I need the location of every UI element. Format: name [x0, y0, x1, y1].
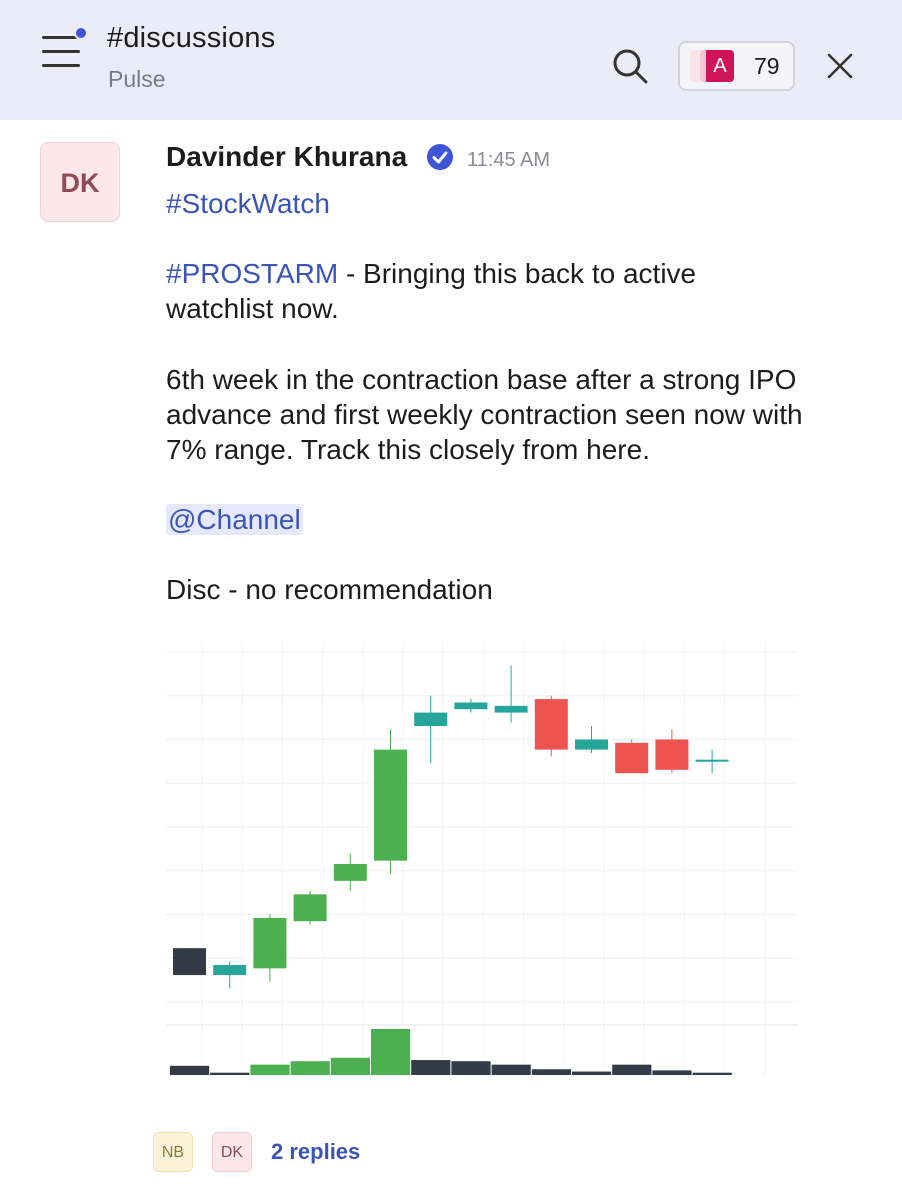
candle-body	[655, 739, 689, 770]
candle-body	[534, 699, 568, 750]
volume-bar	[531, 1069, 571, 1075]
chart-image[interactable]	[166, 632, 806, 1088]
chart-background	[166, 632, 798, 1088]
channel-title[interactable]: #discussions	[107, 22, 275, 55]
reply-avatar-nb[interactable]: NB	[153, 1132, 193, 1172]
message-timestamp: 11:45 AM	[467, 149, 551, 171]
volume-bar	[170, 1065, 210, 1075]
volume-bar	[451, 1061, 491, 1075]
menu-icon	[42, 36, 78, 39]
verified-badge	[426, 143, 454, 171]
reply-avatar-dk[interactable]: DK	[212, 1132, 252, 1172]
candle-body	[253, 917, 287, 969]
message-disclaimer: Disc - no recommendation	[166, 574, 493, 605]
candle-body	[213, 964, 247, 976]
close-button[interactable]	[822, 48, 858, 84]
candle-body	[173, 948, 206, 976]
candle-body	[695, 759, 729, 762]
candle-body	[414, 712, 448, 727]
volume-bar	[210, 1072, 250, 1075]
menu-icon-bar	[42, 64, 80, 67]
hashtag-link[interactable]: #StockWatch	[166, 188, 330, 219]
search-icon	[613, 49, 648, 84]
candle-body	[333, 864, 367, 881]
unread-dot	[74, 26, 88, 40]
channel-mention[interactable]: @Channel	[166, 504, 303, 535]
volume-bar	[652, 1070, 692, 1075]
menu-icon-bar	[42, 50, 80, 53]
message-paragraph-1: #PROSTARM - Bringing this back to active…	[166, 256, 776, 326]
candle-body	[575, 739, 608, 750]
volume-bar	[250, 1064, 290, 1075]
message-mention-line: @Channel	[166, 502, 866, 537]
hashtag-link[interactable]: #PROSTARM	[166, 258, 338, 289]
message-paragraph-2: 6th week in the contraction base after a…	[166, 364, 803, 465]
close-icon	[827, 53, 853, 79]
candle-body	[615, 742, 649, 774]
verified-icon	[427, 144, 453, 170]
candle-body	[454, 702, 488, 710]
volume-bar	[290, 1061, 330, 1075]
volume-bar	[330, 1057, 370, 1075]
candle-body	[494, 705, 528, 713]
menu-button[interactable]	[38, 26, 90, 72]
author-name[interactable]: Davinder Khurana	[166, 141, 407, 173]
candle-body	[293, 894, 327, 922]
message-hashtag-line: #StockWatch	[166, 186, 866, 221]
author-avatar[interactable]: DK	[40, 142, 120, 222]
volume-bar	[411, 1060, 451, 1075]
member-avatar: A	[700, 50, 734, 82]
volume-bar	[692, 1072, 732, 1075]
candlestick-chart	[166, 632, 806, 1088]
search-button[interactable]	[608, 44, 652, 88]
member-count: 79	[754, 53, 780, 79]
volume-bar	[371, 1029, 411, 1075]
channel-header: #discussions Pulse 0 A 79	[0, 0, 902, 120]
channel-subtitle: Pulse	[108, 66, 166, 92]
volume-bar	[572, 1071, 612, 1075]
candle-body	[374, 749, 407, 861]
members-button[interactable]: 0 A 79	[678, 41, 795, 91]
volume-bar	[612, 1064, 652, 1075]
replies-link[interactable]: 2 replies	[271, 1139, 360, 1165]
volume-bar	[491, 1064, 531, 1075]
